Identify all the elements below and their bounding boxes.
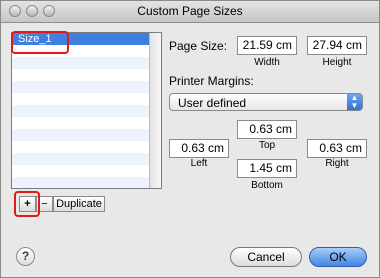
list-row-empty[interactable] — [12, 129, 161, 141]
list-row-empty[interactable] — [12, 165, 161, 177]
ok-button[interactable]: OK — [309, 247, 367, 267]
cancel-button[interactable]: Cancel — [230, 247, 302, 267]
list-row-empty[interactable] — [12, 177, 161, 188]
list-row-empty[interactable] — [12, 93, 161, 105]
bottom-margin-field[interactable]: 1.45 cm — [237, 159, 297, 178]
bottom-margin-caption: Bottom — [251, 180, 283, 191]
list-row-empty[interactable] — [12, 105, 161, 117]
window-title: Custom Page Sizes — [137, 4, 243, 18]
help-button[interactable]: ? — [16, 247, 35, 266]
height-caption: Height — [322, 57, 352, 68]
width-field[interactable]: 21.59 cm — [237, 36, 297, 55]
custom-page-sizes-dialog: Custom Page Sizes Size_1 + − Duplicate P… — [0, 0, 380, 278]
list-row-empty[interactable] — [12, 81, 161, 93]
list-scrollbar[interactable] — [149, 33, 161, 188]
top-margin-caption: Top — [258, 140, 276, 151]
list-row-empty[interactable] — [12, 153, 161, 165]
list-row-empty[interactable] — [12, 141, 161, 153]
printer-margins-label: Printer Margins: — [169, 74, 254, 88]
title-bar[interactable]: Custom Page Sizes — [1, 1, 379, 23]
right-margin-caption: Right — [325, 158, 349, 169]
margins-preset-value: User defined — [178, 96, 247, 110]
highlight-size-1 — [11, 31, 69, 54]
height-field[interactable]: 27.94 cm — [307, 36, 367, 55]
top-margin-field[interactable]: 0.63 cm — [237, 120, 297, 139]
left-margin-caption: Left — [190, 158, 208, 169]
page-size-list[interactable]: Size_1 — [11, 32, 162, 189]
right-margin-field[interactable]: 0.63 cm — [307, 139, 367, 158]
list-row-empty[interactable] — [12, 69, 161, 81]
duplicate-button[interactable]: Duplicate — [53, 196, 105, 212]
page-size-label: Page Size: — [169, 39, 228, 53]
width-caption: Width — [254, 57, 280, 68]
list-row-empty[interactable] — [12, 117, 161, 129]
margins-preset-popup[interactable]: User defined ▲ ▼ — [169, 93, 363, 111]
highlight-add-button — [14, 191, 40, 217]
left-margin-field[interactable]: 0.63 cm — [169, 139, 229, 158]
list-row-empty[interactable] — [12, 57, 161, 69]
popup-arrows-icon: ▲ ▼ — [347, 94, 362, 110]
